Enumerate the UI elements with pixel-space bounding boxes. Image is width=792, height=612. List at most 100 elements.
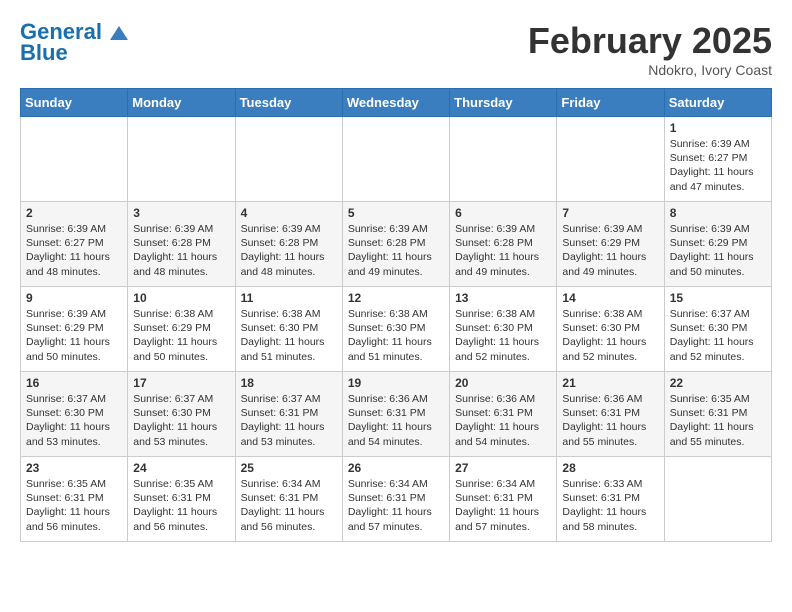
day-info: Sunrise: 6:34 AM Sunset: 6:31 PM Dayligh…: [455, 477, 551, 534]
day-number: 15: [670, 291, 766, 305]
day-info: Sunrise: 6:38 AM Sunset: 6:30 PM Dayligh…: [348, 307, 444, 364]
title-block: February 2025 Ndokro, Ivory Coast: [528, 20, 772, 78]
day-info: Sunrise: 6:39 AM Sunset: 6:28 PM Dayligh…: [241, 222, 337, 279]
calendar-cell: [128, 117, 235, 202]
day-number: 14: [562, 291, 658, 305]
calendar-cell: 19 Sunrise: 6:36 AM Sunset: 6:31 PM Dayli…: [342, 372, 449, 457]
day-info: Sunrise: 6:38 AM Sunset: 6:29 PM Dayligh…: [133, 307, 229, 364]
page-header: General Blue February 2025 Ndokro, Ivory…: [20, 20, 772, 78]
calendar-cell: 20 Sunrise: 6:36 AM Sunset: 6:31 PM Dayli…: [450, 372, 557, 457]
calendar-cell: 7 Sunrise: 6:39 AM Sunset: 6:29 PM Daylig…: [557, 202, 664, 287]
logo-blue: Blue: [20, 40, 68, 66]
calendar-cell: 12 Sunrise: 6:38 AM Sunset: 6:30 PM Dayli…: [342, 287, 449, 372]
calendar-header-friday: Friday: [557, 89, 664, 117]
day-number: 18: [241, 376, 337, 390]
day-info: Sunrise: 6:37 AM Sunset: 6:30 PM Dayligh…: [133, 392, 229, 449]
day-number: 11: [241, 291, 337, 305]
calendar-header-wednesday: Wednesday: [342, 89, 449, 117]
calendar-week-row: 1 Sunrise: 6:39 AM Sunset: 6:27 PM Daylig…: [21, 117, 772, 202]
calendar-cell: 21 Sunrise: 6:36 AM Sunset: 6:31 PM Dayli…: [557, 372, 664, 457]
calendar-week-row: 9 Sunrise: 6:39 AM Sunset: 6:29 PM Daylig…: [21, 287, 772, 372]
day-info: Sunrise: 6:38 AM Sunset: 6:30 PM Dayligh…: [562, 307, 658, 364]
calendar-cell: 15 Sunrise: 6:37 AM Sunset: 6:30 PM Dayli…: [664, 287, 771, 372]
calendar-header-saturday: Saturday: [664, 89, 771, 117]
calendar-cell: 8 Sunrise: 6:39 AM Sunset: 6:29 PM Daylig…: [664, 202, 771, 287]
day-number: 22: [670, 376, 766, 390]
day-info: Sunrise: 6:39 AM Sunset: 6:29 PM Dayligh…: [26, 307, 122, 364]
day-number: 10: [133, 291, 229, 305]
calendar-cell: [21, 117, 128, 202]
day-info: Sunrise: 6:36 AM Sunset: 6:31 PM Dayligh…: [562, 392, 658, 449]
day-info: Sunrise: 6:39 AM Sunset: 6:28 PM Dayligh…: [455, 222, 551, 279]
location: Ndokro, Ivory Coast: [528, 62, 772, 78]
day-number: 20: [455, 376, 551, 390]
day-number: 9: [26, 291, 122, 305]
day-info: Sunrise: 6:39 AM Sunset: 6:27 PM Dayligh…: [26, 222, 122, 279]
calendar-cell: 13 Sunrise: 6:38 AM Sunset: 6:30 PM Dayli…: [450, 287, 557, 372]
calendar-cell: 22 Sunrise: 6:35 AM Sunset: 6:31 PM Dayli…: [664, 372, 771, 457]
day-number: 1: [670, 121, 766, 135]
day-number: 5: [348, 206, 444, 220]
calendar-cell: 5 Sunrise: 6:39 AM Sunset: 6:28 PM Daylig…: [342, 202, 449, 287]
calendar-week-row: 16 Sunrise: 6:37 AM Sunset: 6:30 PM Dayli…: [21, 372, 772, 457]
day-number: 12: [348, 291, 444, 305]
calendar-cell: 9 Sunrise: 6:39 AM Sunset: 6:29 PM Daylig…: [21, 287, 128, 372]
day-info: Sunrise: 6:39 AM Sunset: 6:29 PM Dayligh…: [670, 222, 766, 279]
calendar-cell: [664, 457, 771, 542]
day-info: Sunrise: 6:34 AM Sunset: 6:31 PM Dayligh…: [241, 477, 337, 534]
day-info: Sunrise: 6:37 AM Sunset: 6:31 PM Dayligh…: [241, 392, 337, 449]
day-info: Sunrise: 6:39 AM Sunset: 6:28 PM Dayligh…: [348, 222, 444, 279]
day-info: Sunrise: 6:39 AM Sunset: 6:29 PM Dayligh…: [562, 222, 658, 279]
day-info: Sunrise: 6:39 AM Sunset: 6:27 PM Dayligh…: [670, 137, 766, 194]
day-info: Sunrise: 6:37 AM Sunset: 6:30 PM Dayligh…: [26, 392, 122, 449]
day-number: 23: [26, 461, 122, 475]
day-info: Sunrise: 6:36 AM Sunset: 6:31 PM Dayligh…: [348, 392, 444, 449]
calendar-cell: 11 Sunrise: 6:38 AM Sunset: 6:30 PM Dayli…: [235, 287, 342, 372]
day-number: 2: [26, 206, 122, 220]
calendar-cell: [342, 117, 449, 202]
day-info: Sunrise: 6:36 AM Sunset: 6:31 PM Dayligh…: [455, 392, 551, 449]
day-info: Sunrise: 6:39 AM Sunset: 6:28 PM Dayligh…: [133, 222, 229, 279]
day-number: 3: [133, 206, 229, 220]
day-number: 6: [455, 206, 551, 220]
calendar-cell: 14 Sunrise: 6:38 AM Sunset: 6:30 PM Dayli…: [557, 287, 664, 372]
calendar-cell: 23Sunrise: 6:35 AM Sunset: 6:31 PM Dayli…: [21, 457, 128, 542]
day-number: 24: [133, 461, 229, 475]
calendar-header-sunday: Sunday: [21, 89, 128, 117]
calendar-header-tuesday: Tuesday: [235, 89, 342, 117]
day-number: 17: [133, 376, 229, 390]
day-number: 19: [348, 376, 444, 390]
calendar-cell: 27 Sunrise: 6:34 AM Sunset: 6:31 PM Dayli…: [450, 457, 557, 542]
calendar-cell: 24 Sunrise: 6:35 AM Sunset: 6:31 PM Dayli…: [128, 457, 235, 542]
calendar-header-monday: Monday: [128, 89, 235, 117]
calendar-cell: 4 Sunrise: 6:39 AM Sunset: 6:28 PM Daylig…: [235, 202, 342, 287]
calendar-cell: 3 Sunrise: 6:39 AM Sunset: 6:28 PM Daylig…: [128, 202, 235, 287]
day-number: 21: [562, 376, 658, 390]
calendar-cell: 18 Sunrise: 6:37 AM Sunset: 6:31 PM Dayli…: [235, 372, 342, 457]
day-info: Sunrise: 6:34 AM Sunset: 6:31 PM Dayligh…: [348, 477, 444, 534]
day-info: Sunrise: 6:38 AM Sunset: 6:30 PM Dayligh…: [241, 307, 337, 364]
day-number: 16: [26, 376, 122, 390]
day-number: 25: [241, 461, 337, 475]
day-number: 4: [241, 206, 337, 220]
day-number: 13: [455, 291, 551, 305]
calendar-cell: 10 Sunrise: 6:38 AM Sunset: 6:29 PM Dayli…: [128, 287, 235, 372]
calendar-cell: [557, 117, 664, 202]
day-number: 27: [455, 461, 551, 475]
day-info: Sunrise: 6:35 AM Sunset: 6:31 PM Dayligh…: [133, 477, 229, 534]
day-info: Sunrise: 6:38 AM Sunset: 6:30 PM Dayligh…: [455, 307, 551, 364]
day-number: 7: [562, 206, 658, 220]
logo: General Blue: [20, 20, 128, 66]
calendar-cell: 25 Sunrise: 6:34 AM Sunset: 6:31 PM Dayli…: [235, 457, 342, 542]
calendar-cell: 17 Sunrise: 6:37 AM Sunset: 6:30 PM Dayli…: [128, 372, 235, 457]
day-number: 26: [348, 461, 444, 475]
day-info: Sunrise: 6:37 AM Sunset: 6:30 PM Dayligh…: [670, 307, 766, 364]
calendar-week-row: 23 Sunrise: 6:35 AM Sunset: 6:31 PM Dayli…: [21, 457, 772, 542]
calendar-header-thursday: Thursday: [450, 89, 557, 117]
day-number: 8: [670, 206, 766, 220]
calendar-cell: 26 Sunrise: 6:34 AM Sunset: 6:31 PM Dayli…: [342, 457, 449, 542]
day-info: Sunrise: 6:33 AM Sunset: 6:31 PM Dayligh…: [562, 477, 658, 534]
calendar-cell: [235, 117, 342, 202]
day-info: Sunrise: 6:35 AM Sunset: 6:31 PM Dayligh…: [670, 392, 766, 449]
calendar-cell: 2 Sunrise: 6:39 AM Sunset: 6:27 PM Daylig…: [21, 202, 128, 287]
